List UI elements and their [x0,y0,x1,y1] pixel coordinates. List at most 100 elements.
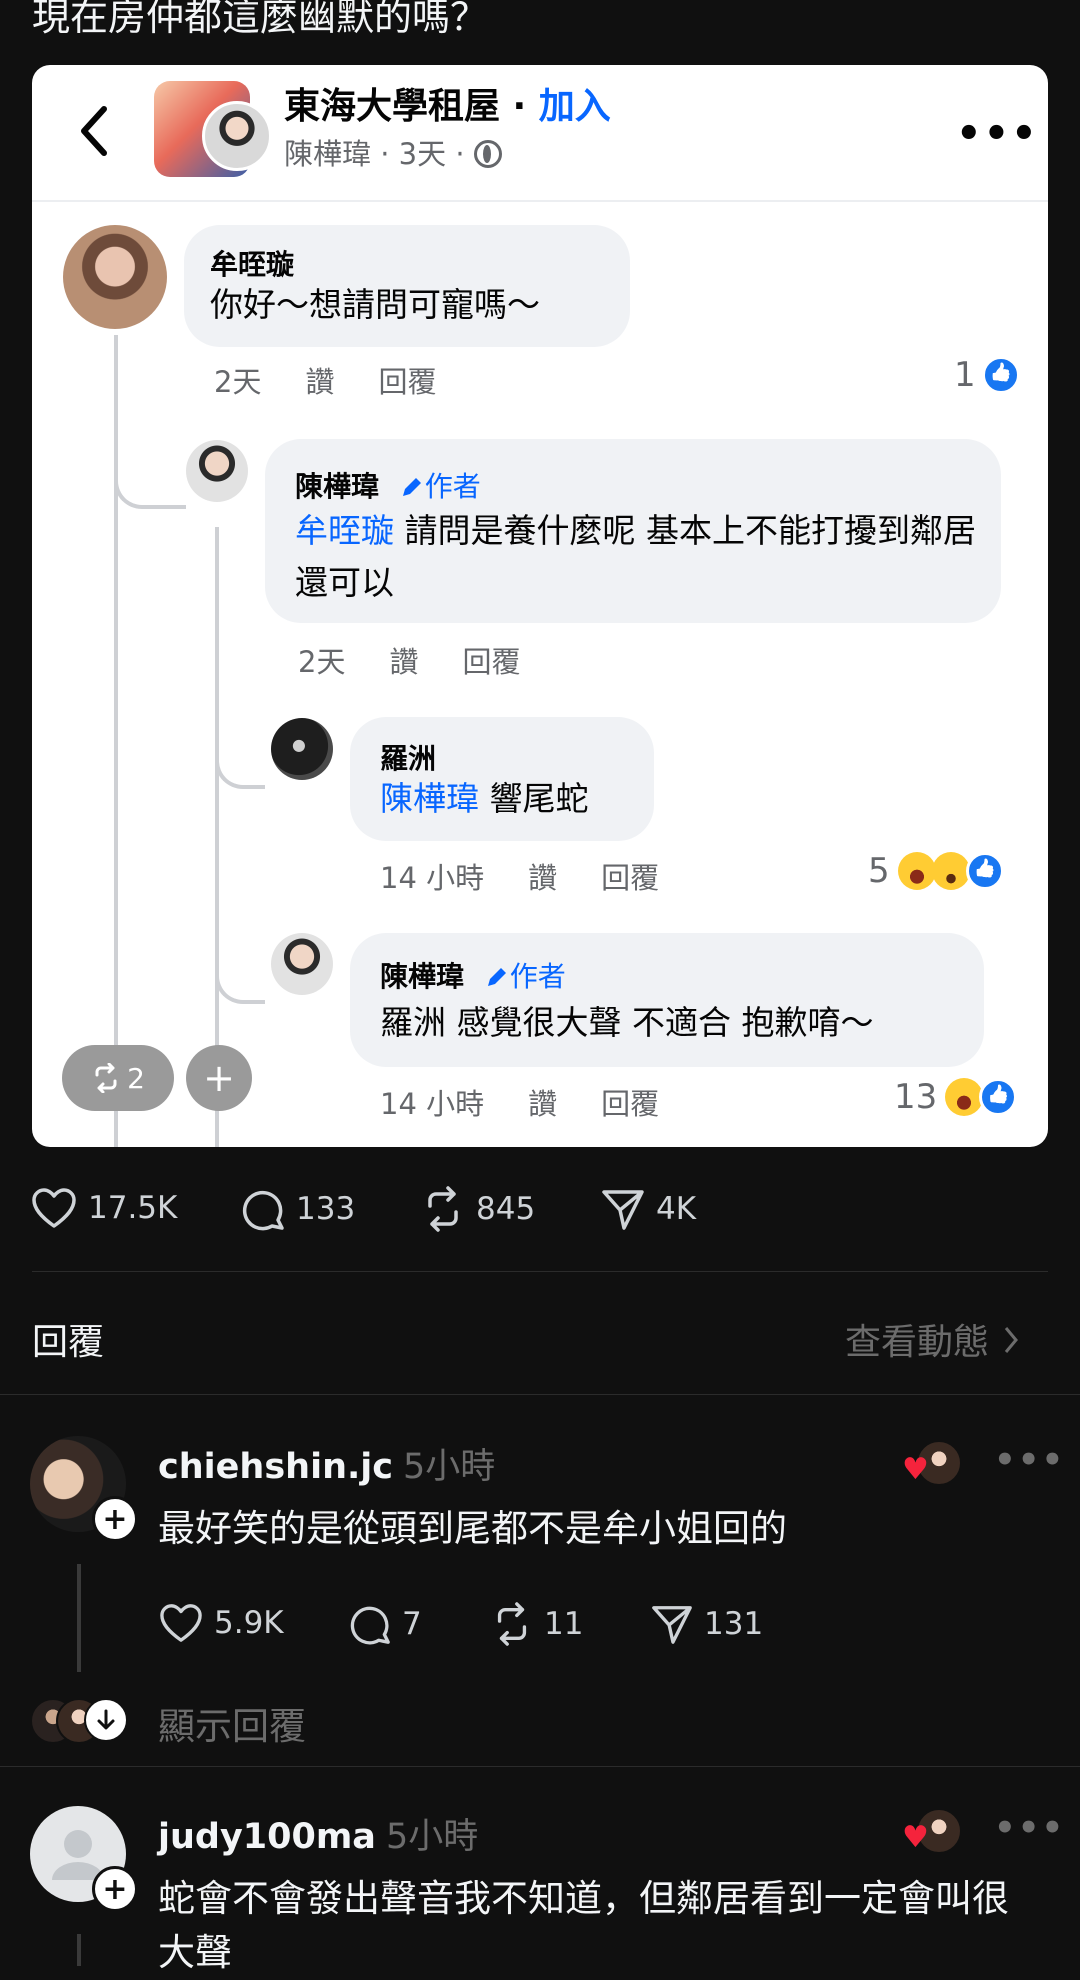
divider [0,1394,1080,1395]
divider [32,1271,1048,1272]
reply-header: judy100ma 5小時 [158,1808,478,1859]
reply-repost-button[interactable]: 11 [490,1602,583,1646]
like-button[interactable]: 17.5K [30,1186,177,1230]
like-link: 讚 [389,645,419,679]
comment-meta: 2天 讚 回覆 [214,359,480,401]
wow-reaction-icon [931,852,970,890]
repost-count: 2 [127,1061,145,1095]
commenter-name: 羅洲 [380,742,437,775]
embedded-screenshot[interactable]: 東海大學租屋 · 加入 陳樺瑋 · 3天 · ••• 牟晊璇 你好～想請問可寵嗎… [32,65,1048,1147]
commenter-name: 陳樺瑋 作者 [380,955,566,995]
pencil-icon [402,478,421,496]
commenter-name: 陳樺瑋 作者 [295,465,481,505]
haha-reaction-icon [897,852,936,890]
reaction-count: 13 [894,1077,938,1117]
author-line: 陳樺瑋 · 3天 · [284,131,502,173]
like-link: 讚 [528,861,558,895]
thread-line [114,335,118,1147]
mention-link: 陳樺瑋 [380,779,479,818]
reply-text: 蛇會不會發出聲音我不知道，但鄰居看到一定會叫很大聲 [158,1877,1009,1974]
comment-time: 14 小時 [380,1087,485,1121]
more-icon[interactable]: ••• [994,1808,1065,1848]
haha-reaction-icon [945,1078,984,1116]
arrow-down-icon [84,1698,128,1742]
reply-thread-line [77,1934,81,1966]
repost-icon [428,1186,458,1232]
author-badge: 作者 [399,470,481,503]
commenter-name-text: 陳樺瑋 [295,470,380,503]
reply-share-button[interactable]: 131 [650,1602,763,1646]
comment-bubble: 陳樺瑋 作者 羅洲 感覺很大聲 不適合 抱歉唷～ [350,933,984,1067]
reply-link: 回覆 [601,861,660,895]
author-avatar [202,101,272,171]
chevron-right-icon [1005,1327,1019,1353]
reply-link: 回覆 [462,645,521,679]
share-button[interactable]: 4K [600,1186,696,1232]
view-activity-link[interactable]: 查看動態 [845,1313,1022,1365]
add-button[interactable]: + [186,1045,252,1111]
comment-time: 2天 [214,365,262,399]
comment-icon [242,1190,284,1231]
back-arrow-icon [81,106,107,156]
replies-title: 回覆 [32,1322,105,1363]
username[interactable]: judy100ma [158,1817,376,1857]
reply-like-button[interactable]: 5.9K [158,1602,284,1644]
commenter-name-text: 陳樺瑋 [380,960,465,993]
reactions: 1 [954,355,1020,395]
heart-icon [160,1604,202,1642]
thread-branch [215,745,265,789]
thread-branch [215,960,265,1004]
liked-by-author: ♥ [902,1440,962,1488]
reply-comment-button[interactable]: 7 [348,1602,422,1646]
commenter-avatar [63,225,167,329]
show-replies-link[interactable]: 顯示回覆 [158,1696,306,1750]
heart-icon [32,1188,76,1228]
share-icon [602,1190,644,1230]
like-count: 17.5K [88,1190,178,1226]
reply-time: 5小時 [403,1447,496,1487]
divider [0,1766,1080,1767]
repost-button[interactable]: 845 [420,1186,535,1232]
repost-count: 11 [544,1606,584,1642]
commenter-avatar [186,440,248,502]
comment-button[interactable]: 133 [240,1186,355,1232]
repost-count: 845 [476,1191,536,1227]
reply-link: 回覆 [601,1087,660,1121]
repost-count-button[interactable]: 2 [62,1045,174,1111]
globe-icon [473,140,502,168]
comment-bubble: 牟晊璇 你好～想請問可寵嗎～ [184,225,630,347]
like-count: 5.9K [214,1605,284,1641]
group-title: 東海大學租屋 · 加入 [284,77,611,129]
reply-link: 回覆 [378,365,437,399]
commenter-avatar [271,718,333,780]
follow-plus-icon[interactable]: + [92,1496,138,1542]
post-text: 現在房仲都這麼幽默的嗎？ [32,0,489,39]
reply-text: 最好笑的是從頭到尾都不是牟小姐回的 [158,1507,787,1550]
comment-meta: 14 小時 讚 回覆 [380,1081,703,1123]
like-reaction-icon [979,1078,1018,1116]
comment-text: 陳樺瑋 響尾蛇 [380,779,589,818]
comment-text: 羅洲 感覺很大聲 不適合 抱歉唷～ [380,1003,874,1042]
username[interactable]: chiehshin.jc [158,1447,393,1487]
show-replies-avatars[interactable] [30,1698,130,1744]
more-icon: ••• [956,111,1039,157]
mention-link: 牟晊璇 [295,511,394,550]
plus-icon: + [203,1056,235,1100]
like-link: 讚 [305,365,335,399]
liked-by-author: ♥ [902,1808,962,1856]
fb-header: 東海大學租屋 · 加入 陳樺瑋 · 3天 · ••• [32,65,1048,202]
reactions: 5 [868,851,1004,891]
like-reaction-icon [981,356,1020,394]
comment-icon [350,1606,390,1645]
follow-plus-icon[interactable]: + [92,1866,138,1912]
like-reaction-icon [965,852,1004,890]
comment-bubble: 羅洲 陳樺瑋 響尾蛇 [350,717,654,841]
pencil-icon [487,968,506,986]
more-icon[interactable]: ••• [994,1440,1065,1480]
reply-time: 5小時 [385,1817,479,1857]
heart-icon: ♥ [902,1452,929,1487]
author-badge: 作者 [484,960,566,993]
reaction-count: 5 [868,851,890,891]
comment-text: 你好～想請問可寵嗎～ [210,285,540,324]
comment-count: 7 [402,1606,422,1642]
